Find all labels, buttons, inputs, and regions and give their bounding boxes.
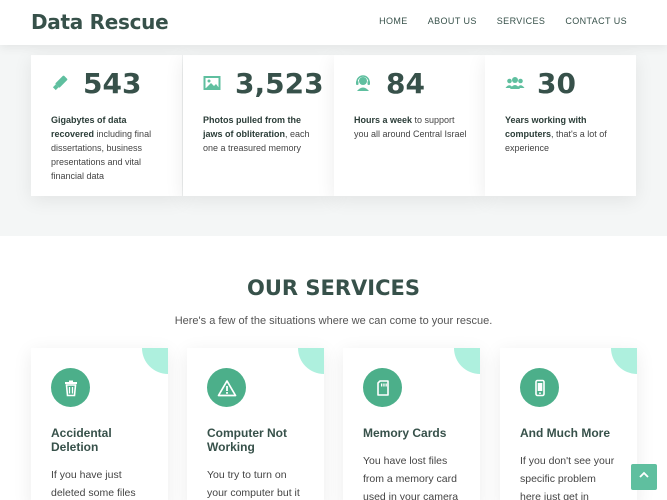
- service-description: You try to turn on your computer but it: [207, 469, 300, 499]
- scroll-to-top-button[interactable]: [631, 464, 657, 490]
- card-corner-decoration: [298, 348, 324, 374]
- stat-number: 3,523: [235, 66, 324, 100]
- nav-home[interactable]: HOME: [379, 16, 408, 26]
- nav-contact-us[interactable]: CONTACT US: [565, 16, 627, 26]
- service-title: Computer Not Working: [207, 426, 287, 454]
- service-description: You have lost files from a memory card u…: [363, 455, 459, 500]
- stat-card-photos: 3,523 Photos pulled from the jaws of obl…: [183, 55, 334, 196]
- site-logo[interactable]: Data Rescue: [31, 10, 169, 34]
- memory-card-icon: [363, 368, 402, 407]
- service-description: If you don't see your specific problem h…: [520, 455, 615, 500]
- trash-icon: [51, 368, 90, 407]
- chevron-up-icon: [638, 468, 650, 486]
- site-header: Data Rescue HOME ABOUT US SERVICES CONTA…: [0, 0, 667, 45]
- stat-description: Photos pulled from the jaws of obliterat…: [203, 115, 310, 153]
- service-card-memory-cards[interactable]: Memory Cards You have lost files from a …: [343, 348, 480, 500]
- stat-description: Gigabytes of data recovered including fi…: [51, 115, 152, 181]
- stat-number: 543: [83, 66, 142, 100]
- service-card-accidental-deletion[interactable]: Accidental Deletion If you have just del…: [31, 348, 168, 500]
- card-corner-decoration: [611, 348, 637, 374]
- services-title: OUR SERVICES: [247, 276, 420, 300]
- service-title: And Much More: [520, 426, 610, 440]
- service-title: Memory Cards: [363, 426, 447, 440]
- card-corner-decoration: [142, 348, 168, 374]
- users-icon: [505, 74, 525, 92]
- stat-number: 30: [537, 66, 576, 100]
- stat-description: Years working with computers, that's a l…: [505, 115, 607, 153]
- nav-services[interactable]: SERVICES: [497, 16, 546, 26]
- service-card-and-much-more[interactable]: And Much More If you don't see your spec…: [500, 348, 637, 500]
- image-icon: [203, 74, 221, 92]
- stat-card-hours: 84 Hours a week to support you all aroun…: [334, 55, 485, 196]
- service-card-computer-not-working[interactable]: Computer Not Working You try to turn on …: [187, 348, 324, 500]
- stat-card-gigabytes: 543 Gigabytes of data recovered includin…: [31, 55, 182, 196]
- services-subtitle: Here's a few of the situations where we …: [174, 315, 493, 327]
- card-corner-decoration: [454, 348, 480, 374]
- warning-icon: [207, 368, 246, 407]
- phone-icon: [520, 368, 559, 407]
- stat-description: Hours a week to support you all around C…: [354, 115, 467, 139]
- nav-about-us[interactable]: ABOUT US: [428, 16, 477, 26]
- stat-card-years: 30 Years working with computers, that's …: [485, 55, 636, 196]
- headset-icon: [354, 74, 372, 92]
- service-description: If you have just deleted some files: [51, 469, 136, 499]
- main-nav: HOME ABOUT US SERVICES CONTACT US: [379, 16, 627, 26]
- usb-stick-icon: [51, 74, 69, 92]
- stat-number: 84: [386, 66, 425, 100]
- service-title: Accidental Deletion: [51, 426, 112, 454]
